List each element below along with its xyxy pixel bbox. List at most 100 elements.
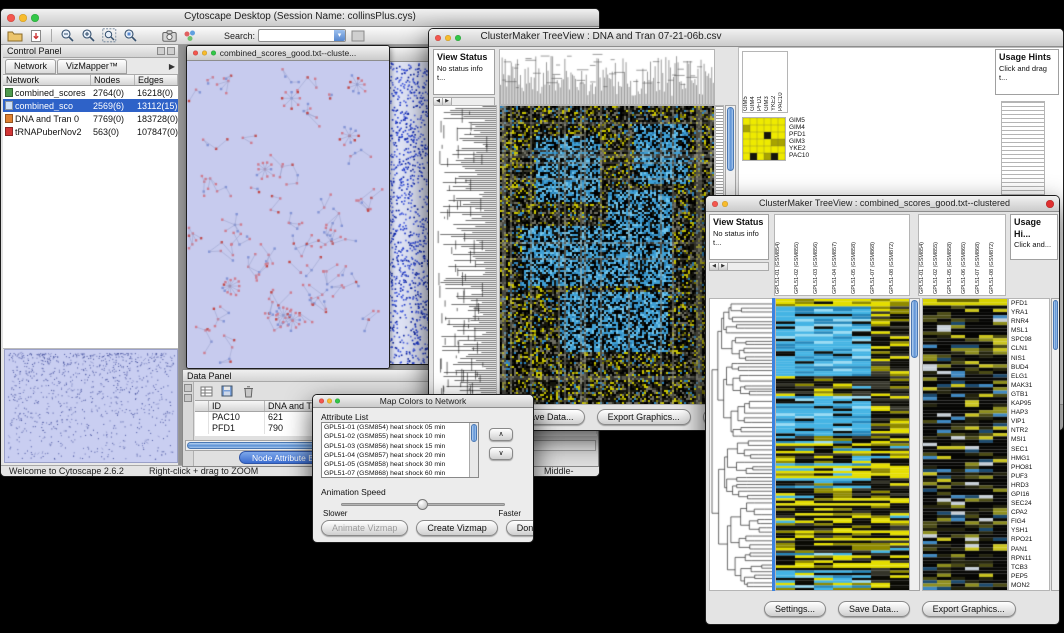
gene-label[interactable]: SEC1 xyxy=(1011,446,1047,453)
search-input[interactable]: ▾ xyxy=(258,29,346,42)
attribute-grid-icon[interactable] xyxy=(197,383,215,399)
column-dendrogram[interactable] xyxy=(499,49,715,105)
gene-label[interactable]: HRD3 xyxy=(1011,482,1047,489)
scrollbar-thumb[interactable] xyxy=(911,300,918,358)
heatmap-canvas[interactable] xyxy=(499,105,715,405)
gene-label[interactable]: PEP5 xyxy=(1011,573,1047,580)
row-dendrogram[interactable] xyxy=(709,298,773,591)
vizmap-icon[interactable] xyxy=(181,28,199,44)
scroll-left-icon[interactable]: ◀ xyxy=(710,263,719,270)
gene-label[interactable]: YSH1 xyxy=(1011,527,1047,534)
float-panel-icon[interactable] xyxy=(157,47,165,55)
close-icon[interactable] xyxy=(193,51,198,56)
gene-label[interactable]: PFD1 xyxy=(1011,300,1047,307)
scroll-right-icon[interactable]: ▶ xyxy=(443,98,452,105)
attribute-list-item[interactable]: GPL51-04 (GSM857) heat shock 20 min xyxy=(322,451,478,460)
minimize-icon[interactable] xyxy=(722,201,728,207)
network-column-header[interactable]: Network xyxy=(3,75,91,85)
zoom-icon[interactable] xyxy=(211,51,216,56)
close-icon[interactable] xyxy=(7,14,15,22)
network-canvas[interactable] xyxy=(187,61,389,368)
zoom-icon[interactable] xyxy=(455,35,461,41)
gene-label[interactable]: PAN1 xyxy=(1011,546,1047,553)
zoom-out-icon[interactable] xyxy=(58,28,76,44)
gene-label[interactable]: CLN1 xyxy=(1011,345,1047,352)
id-column-header[interactable]: ID xyxy=(209,401,265,411)
gene-label[interactable]: VIP1 xyxy=(1011,418,1047,425)
gene-label[interactable]: HMG1 xyxy=(1011,455,1047,462)
edges-column-header[interactable]: Edges xyxy=(135,75,178,85)
treeview1-titlebar[interactable]: ClusterMaker TreeView : DNA and Tran 07-… xyxy=(429,29,1063,47)
options-icon[interactable] xyxy=(349,28,367,44)
gene-list-vscrollbar[interactable] xyxy=(1051,298,1060,591)
gene-label[interactable]: MSI1 xyxy=(1011,436,1047,443)
snapshot-icon[interactable] xyxy=(160,28,178,44)
minimize-icon[interactable] xyxy=(19,14,27,22)
scrollbar-thumb[interactable] xyxy=(471,424,477,442)
gene-label[interactable]: GPI16 xyxy=(1011,491,1047,498)
zoom-icon[interactable] xyxy=(335,399,340,404)
gene-label[interactable]: FIG4 xyxy=(1011,518,1047,525)
network-view-titlebar[interactable]: combined_scores_good.txt--cluste... xyxy=(187,46,389,61)
gene-label[interactable]: HAP3 xyxy=(1011,409,1047,416)
attribute-delete-icon[interactable] xyxy=(239,383,257,399)
overview-canvas[interactable] xyxy=(5,350,177,462)
gene-label[interactable]: GTB1 xyxy=(1011,391,1047,398)
tab-overflow-arrow[interactable]: ▶ xyxy=(169,62,175,71)
dendrogram-hscrollbar[interactable]: ◀▶ xyxy=(709,262,769,271)
scrollbar-thumb[interactable] xyxy=(1053,300,1058,350)
hide-panel-icon[interactable] xyxy=(184,394,192,402)
network-list-row[interactable]: combined_scores 2764(0) 16218(0) xyxy=(3,86,178,99)
move-down-button[interactable]: ∨ xyxy=(489,447,513,460)
gene-label[interactable]: NIS1 xyxy=(1011,355,1047,362)
treeview-button[interactable]: Save Data... xyxy=(838,601,910,617)
network-list-row[interactable]: tRNAPuberNov2 563(0) 107847(0) xyxy=(3,125,178,138)
scroll-left-icon[interactable]: ◀ xyxy=(434,98,443,105)
gene-label[interactable]: TCB3 xyxy=(1011,564,1047,571)
network-overview-thumbnail[interactable] xyxy=(4,349,178,463)
map-dialog-titlebar[interactable]: Map Colors to Network xyxy=(313,395,533,408)
main-window-titlebar[interactable]: Cytoscape Desktop (Session Name: collins… xyxy=(1,9,599,27)
heatmap-canvas[interactable] xyxy=(775,298,910,591)
zoom-selected-icon[interactable] xyxy=(121,28,139,44)
gene-label[interactable]: CPA2 xyxy=(1011,509,1047,516)
attribute-list-item[interactable]: GPL51-07 (GSM868) heat shock 60 min xyxy=(322,469,478,478)
heatmap-vscrollbar[interactable] xyxy=(909,298,920,591)
slider-thumb[interactable] xyxy=(417,499,428,510)
attribute-list-item[interactable]: GPL51-02 (GSM855) heat shock 10 min xyxy=(322,432,478,441)
gene-label[interactable]: MSL1 xyxy=(1011,327,1047,334)
gene-label[interactable]: YRA1 xyxy=(1011,309,1047,316)
attribute-list-item[interactable]: GPL51-01 (GSM854) heat shock 05 min xyxy=(322,423,478,432)
gene-label[interactable]: SPC98 xyxy=(1011,336,1047,343)
dialog-button[interactable]: Create Vizmap xyxy=(416,520,497,536)
gene-label[interactable]: RPN11 xyxy=(1011,555,1047,562)
animation-speed-slider[interactable] xyxy=(341,503,505,506)
close-panel-icon[interactable] xyxy=(167,47,175,55)
gene-label[interactable]: BUD4 xyxy=(1011,364,1047,371)
move-up-button[interactable]: ∧ xyxy=(489,428,513,441)
attribute-save-icon[interactable] xyxy=(218,383,236,399)
selected-genes-matrix[interactable] xyxy=(742,117,786,161)
control-panel-tab[interactable]: VizMapper™ xyxy=(57,59,127,74)
gene-label[interactable]: PHO81 xyxy=(1011,464,1047,471)
minimize-icon[interactable] xyxy=(327,399,332,404)
zoom-icon[interactable] xyxy=(31,14,39,22)
scroll-right-icon[interactable]: ▶ xyxy=(719,263,728,270)
row-dendrogram[interactable] xyxy=(433,105,497,405)
zoom-in-icon[interactable] xyxy=(79,28,97,44)
gene-label[interactable]: ELG1 xyxy=(1011,373,1047,380)
gene-label[interactable]: MON2 xyxy=(1011,582,1047,589)
gene-label[interactable]: RPO21 xyxy=(1011,536,1047,543)
close-icon[interactable] xyxy=(1046,200,1054,208)
network-list-row[interactable]: combined_sco 2569(6) 13112(15) xyxy=(3,99,178,112)
float-panel-icon[interactable] xyxy=(184,384,192,392)
nodes-column-header[interactable]: Nodes xyxy=(91,75,135,85)
attribute-list[interactable]: GPL51-01 (GSM854) heat shock 05 minGPL51… xyxy=(321,422,479,478)
gene-label[interactable]: SEC24 xyxy=(1011,500,1047,507)
gene-label[interactable]: PUF3 xyxy=(1011,473,1047,480)
close-icon[interactable] xyxy=(319,399,324,404)
import-icon[interactable] xyxy=(27,28,45,44)
zoom-fit-icon[interactable] xyxy=(100,28,118,44)
minimize-icon[interactable] xyxy=(445,35,451,41)
treeview-button[interactable]: Export Graphics... xyxy=(922,601,1016,617)
